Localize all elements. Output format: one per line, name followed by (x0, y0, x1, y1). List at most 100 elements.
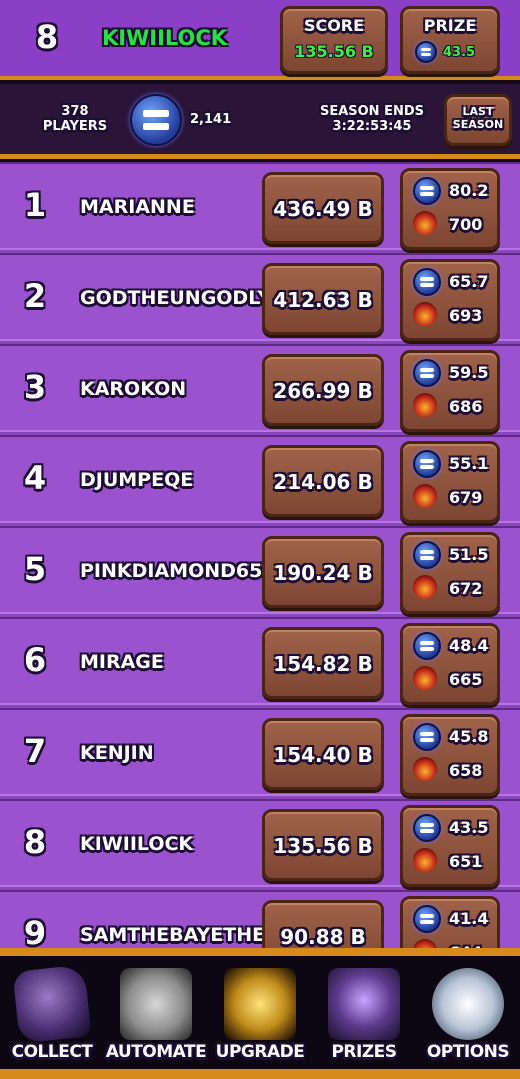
row-dragon-value: 672 (449, 579, 483, 598)
leaderboard-row[interactable]: 9 SAMTHEBAYETHER 90.88 B 41.4 644 (0, 890, 520, 948)
row-token-value: 48.4 (449, 636, 489, 655)
dragon-icon (413, 484, 437, 508)
row-token-prize: 65.7 (413, 266, 493, 296)
row-token-prize: 59.5 (413, 357, 493, 387)
crystal-icon (12, 964, 92, 1044)
nav-prizes-button[interactable]: PRIZES (312, 964, 416, 1069)
row-score-box: 412.63 B (262, 263, 384, 335)
row-score-value: 214.06 B (273, 470, 373, 494)
row-score-box: 214.06 B (262, 445, 384, 517)
nav-automate-button[interactable]: AUTOMATE (104, 964, 208, 1069)
treasure-chest-icon (328, 968, 400, 1040)
row-dragon-prize: 679 (413, 482, 493, 512)
fist-icon (224, 968, 296, 1040)
row-score-box: 190.24 B (262, 536, 384, 608)
row-token-value: 51.5 (449, 545, 489, 564)
nav-upgrade-button[interactable]: UPGRADE (208, 964, 312, 1069)
nav-label: AUTOMATE (105, 1042, 207, 1062)
nav-label: OPTIONS (426, 1042, 510, 1062)
dragon-icon (413, 848, 437, 872)
prize-pool-value: 2,141 (190, 112, 232, 127)
leaderboard-row[interactable]: 3 KAROKON 266.99 B 59.5 686 (0, 344, 520, 432)
nav-label: COLLECT (11, 1042, 93, 1062)
prize-pool-coin-icon (130, 94, 182, 146)
nav-label: PRIZES (331, 1042, 397, 1062)
row-rank: 4 (23, 459, 47, 497)
row-dragon-value: 665 (449, 670, 483, 689)
dragon-icon (413, 393, 437, 417)
row-score-box: 266.99 B (262, 354, 384, 426)
dragon-icon (413, 302, 437, 326)
my-score-box: SCORE 135.56 B (280, 6, 388, 74)
row-rank: 3 (23, 368, 47, 406)
row-dragon-prize: 672 (413, 573, 493, 603)
leaderboard-row[interactable]: 7 KENJIN 154.40 B 45.8 658 (0, 708, 520, 796)
season-info-bar: 378 PLAYERS 2,141 SEASON ENDS 3:22:53:45… (0, 84, 520, 159)
leaderboard-row[interactable]: 2 GODTHEUNGODLY 412.63 B 65.7 693 (0, 253, 520, 341)
leaderboard-list[interactable]: 1 MARIANNE 436.49 B 80.2 700 2 GODTHEUNG… (0, 162, 520, 948)
row-token-value: 80.2 (449, 181, 489, 200)
row-score-box: 135.56 B (262, 809, 384, 881)
leaderboard-row[interactable]: 8 KIWIILOCK 135.56 B 43.5 651 (0, 799, 520, 887)
row-score-box: 436.49 B (262, 172, 384, 244)
score-title: SCORE (303, 16, 365, 35)
token-coin-icon (413, 723, 441, 751)
row-dragon-value: 658 (449, 761, 483, 780)
row-rank: 5 (23, 550, 47, 588)
row-prize-box: 45.8 658 (400, 714, 500, 796)
row-score-value: 266.99 B (273, 379, 373, 403)
last-season-button[interactable]: LAST SEASON (444, 94, 512, 146)
row-prize-box: 80.2 700 (400, 168, 500, 250)
row-dragon-value: 686 (449, 397, 483, 416)
prize-title: PRIZE (423, 16, 477, 35)
row-score-box: 154.82 B (262, 627, 384, 699)
row-score-value: 135.56 B (273, 834, 373, 858)
token-coin-icon (413, 541, 441, 569)
row-dragon-value: 693 (449, 306, 483, 325)
row-score-value: 412.63 B (273, 288, 373, 312)
row-dragon-prize: 700 (413, 209, 493, 239)
row-token-prize: 43.5 (413, 812, 493, 842)
row-player-name: KAROKON (80, 378, 187, 400)
row-prize-box: 65.7 693 (400, 259, 500, 341)
leaderboard-row[interactable]: 5 PINKDIAMOND65 190.24 B 51.5 672 (0, 526, 520, 614)
row-score-value: 436.49 B (273, 197, 373, 221)
dragon-icon (413, 575, 437, 599)
row-player-name: GODTHEUNGODLY (80, 287, 272, 309)
row-dragon-prize: 686 (413, 391, 493, 421)
leaderboard-row[interactable]: 6 MIRAGE 154.82 B 48.4 665 (0, 617, 520, 705)
row-rank: 7 (23, 732, 47, 770)
row-dragon-value: 700 (449, 215, 483, 234)
my-player-name: KIWIILOCK (102, 26, 228, 50)
wrench-hand-icon (120, 968, 192, 1040)
row-player-name: PINKDIAMOND65 (80, 560, 263, 582)
row-prize-box: 55.1 679 (400, 441, 500, 523)
leaderboard-row[interactable]: 4 DJUMPEQE 214.06 B 55.1 679 (0, 435, 520, 523)
row-token-prize: 41.4 (413, 903, 493, 933)
season-timer: 3:22:53:45 (332, 119, 412, 134)
row-token-value: 41.4 (449, 909, 489, 928)
row-rank: 8 (23, 823, 47, 861)
row-player-name: SAMTHEBAYETHER (80, 924, 280, 946)
row-token-prize: 45.8 (413, 721, 493, 751)
token-coin-icon (413, 268, 441, 296)
row-player-name: MIRAGE (80, 651, 164, 673)
row-dragon-prize: 693 (413, 300, 493, 330)
dragon-icon (413, 666, 437, 690)
row-token-value: 45.8 (449, 727, 489, 746)
last-season-label: LAST SEASON (452, 105, 504, 131)
nav-options-button[interactable]: OPTIONS (416, 964, 520, 1069)
row-prize-box: 51.5 672 (400, 532, 500, 614)
row-token-value: 65.7 (449, 272, 489, 291)
row-score-value: 190.24 B (273, 561, 373, 585)
row-dragon-prize: 665 (413, 664, 493, 694)
row-score-value: 154.40 B (273, 743, 373, 767)
header-bar: 8 KIWIILOCK SCORE 135.56 B PRIZE 43.5 (0, 0, 520, 80)
row-player-name: KIWIILOCK (80, 833, 194, 855)
row-player-name: MARIANNE (80, 196, 195, 218)
row-rank: 9 (23, 914, 47, 948)
row-token-prize: 80.2 (413, 175, 493, 205)
leaderboard-row[interactable]: 1 MARIANNE 436.49 B 80.2 700 (0, 162, 520, 250)
row-token-value: 55.1 (449, 454, 489, 473)
nav-collect-button[interactable]: COLLECT (0, 964, 104, 1069)
